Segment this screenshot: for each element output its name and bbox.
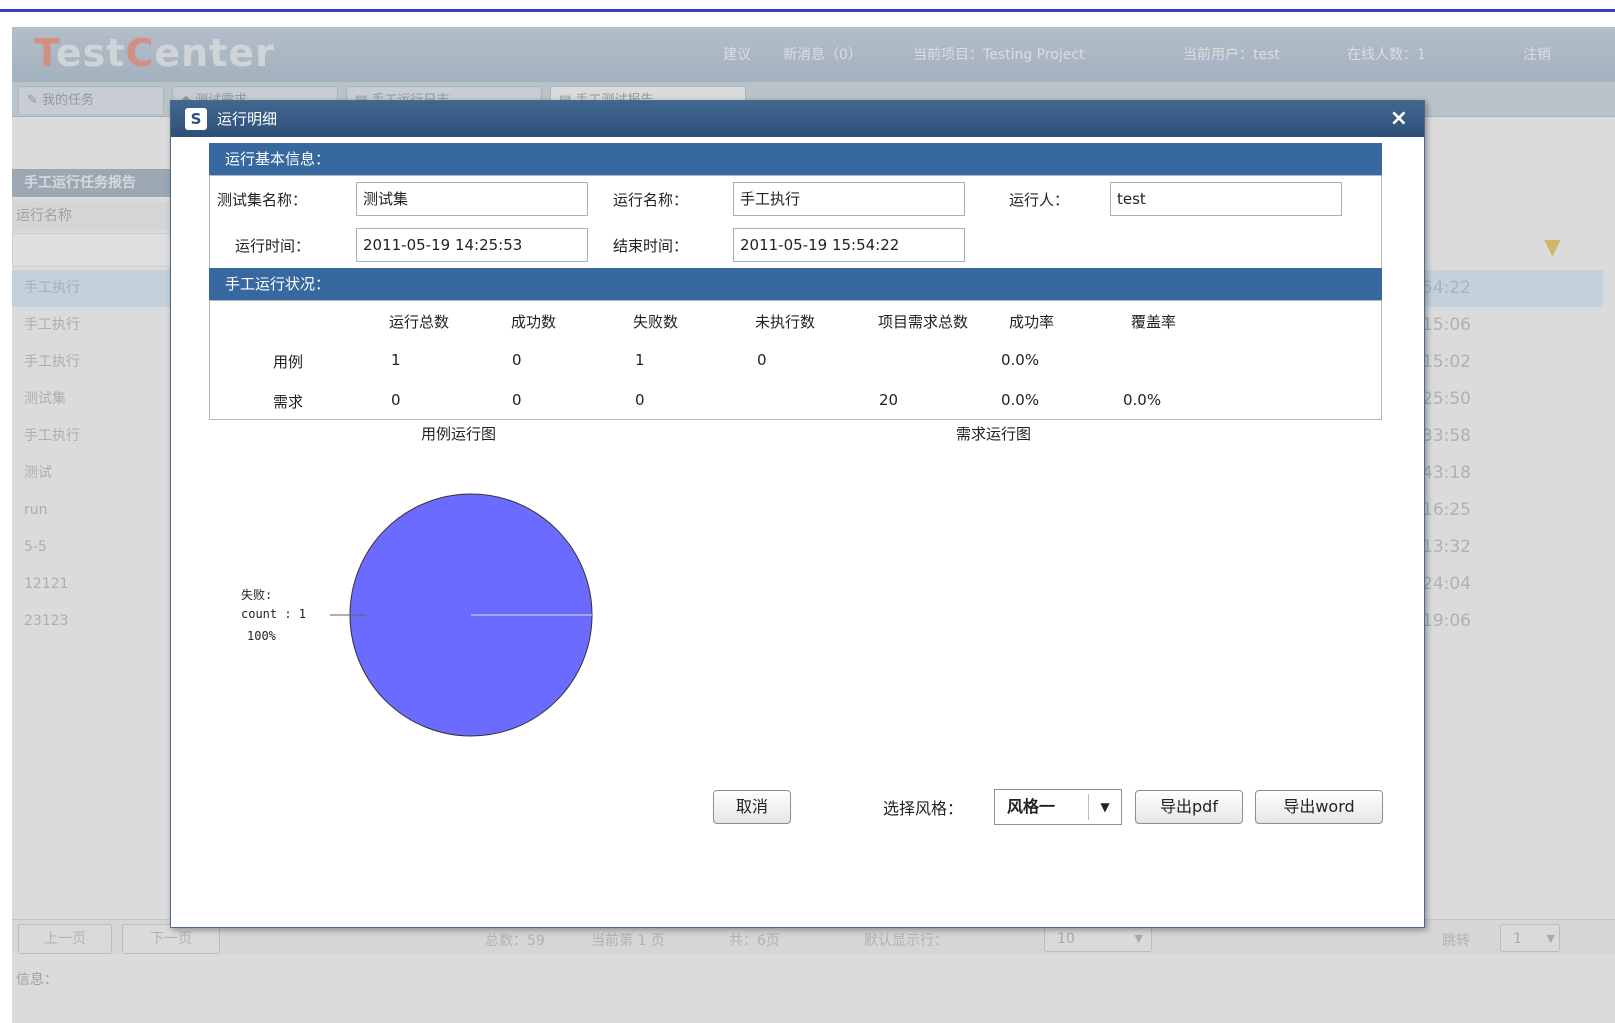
table-cell: 0.0% [1001, 351, 1040, 369]
style-select[interactable]: 风格一 ▼ [994, 789, 1122, 825]
table-cell: 0 [512, 351, 522, 369]
pie-label-count: count : 1 [241, 607, 307, 621]
export-word-button[interactable]: 导出word [1255, 790, 1383, 824]
table-cell: 1 [635, 351, 645, 369]
style-select-label: 选择风格： [883, 799, 964, 818]
close-icon[interactable]: × [1390, 101, 1408, 137]
dialog-titlebar[interactable]: S 运行明细 × [171, 101, 1424, 137]
style-select-value: 风格一 [1007, 797, 1056, 816]
run-name-label: 运行名称： [613, 191, 689, 209]
dialog-title: 运行明细 [217, 110, 278, 128]
pie-label-name: 失败: [241, 588, 273, 602]
app-icon: S [185, 108, 207, 130]
table-cell: 0 [391, 391, 401, 409]
table-header-success-rate: 成功率 [1009, 313, 1055, 331]
table-row-label: 用例 [273, 353, 304, 371]
table-cell: 0 [635, 391, 645, 409]
table-cell: 0.0% [1123, 391, 1162, 409]
set-name-field[interactable]: 测试集 [356, 182, 588, 216]
set-name-label: 测试集名称： [217, 191, 308, 209]
basic-info-section-header: 运行基本信息： [209, 143, 1382, 175]
chevron-down-icon[interactable]: ▼ [1088, 794, 1121, 820]
run-detail-dialog: S 运行明细 × 运行基本信息： 测试集名称： 测试集 运行名称： 手工执行 运… [170, 100, 1425, 928]
case-chart-title: 用例运行图 [421, 425, 497, 443]
run-name-field[interactable]: 手工执行 [733, 182, 965, 216]
table-row-label: 需求 [273, 393, 304, 411]
export-pdf-button[interactable]: 导出pdf [1135, 790, 1243, 824]
runner-label: 运行人： [1009, 191, 1070, 209]
end-time-label: 结束时间： [613, 237, 689, 255]
cancel-button[interactable]: 取消 [713, 790, 791, 824]
run-time-label: 运行时间： [235, 237, 311, 255]
table-header-req-total: 项目需求总数 [878, 313, 969, 331]
status-section-header: 手工运行状况： [209, 268, 1382, 300]
table-cell: 0 [512, 391, 522, 409]
pie-label-percent: 100% [247, 629, 276, 643]
top-border-line [0, 9, 1615, 12]
table-header-success: 成功数 [511, 313, 557, 331]
runner-field[interactable]: test [1110, 182, 1342, 216]
req-chart-title: 需求运行图 [956, 425, 1032, 443]
case-pie-chart [330, 493, 593, 737]
table-header-not-run: 未执行数 [755, 313, 816, 331]
table-cell: 0 [757, 351, 767, 369]
table-cell: 20 [879, 391, 899, 409]
table-cell: 1 [391, 351, 401, 369]
run-time-field[interactable]: 2011-05-19 14:25:53 [356, 228, 588, 262]
table-header-coverage: 覆盖率 [1131, 313, 1177, 331]
table-header-fail: 失败数 [633, 313, 679, 331]
table-cell: 0.0% [1001, 391, 1040, 409]
end-time-field[interactable]: 2011-05-19 15:54:22 [733, 228, 965, 262]
table-header-total: 运行总数 [389, 313, 450, 331]
